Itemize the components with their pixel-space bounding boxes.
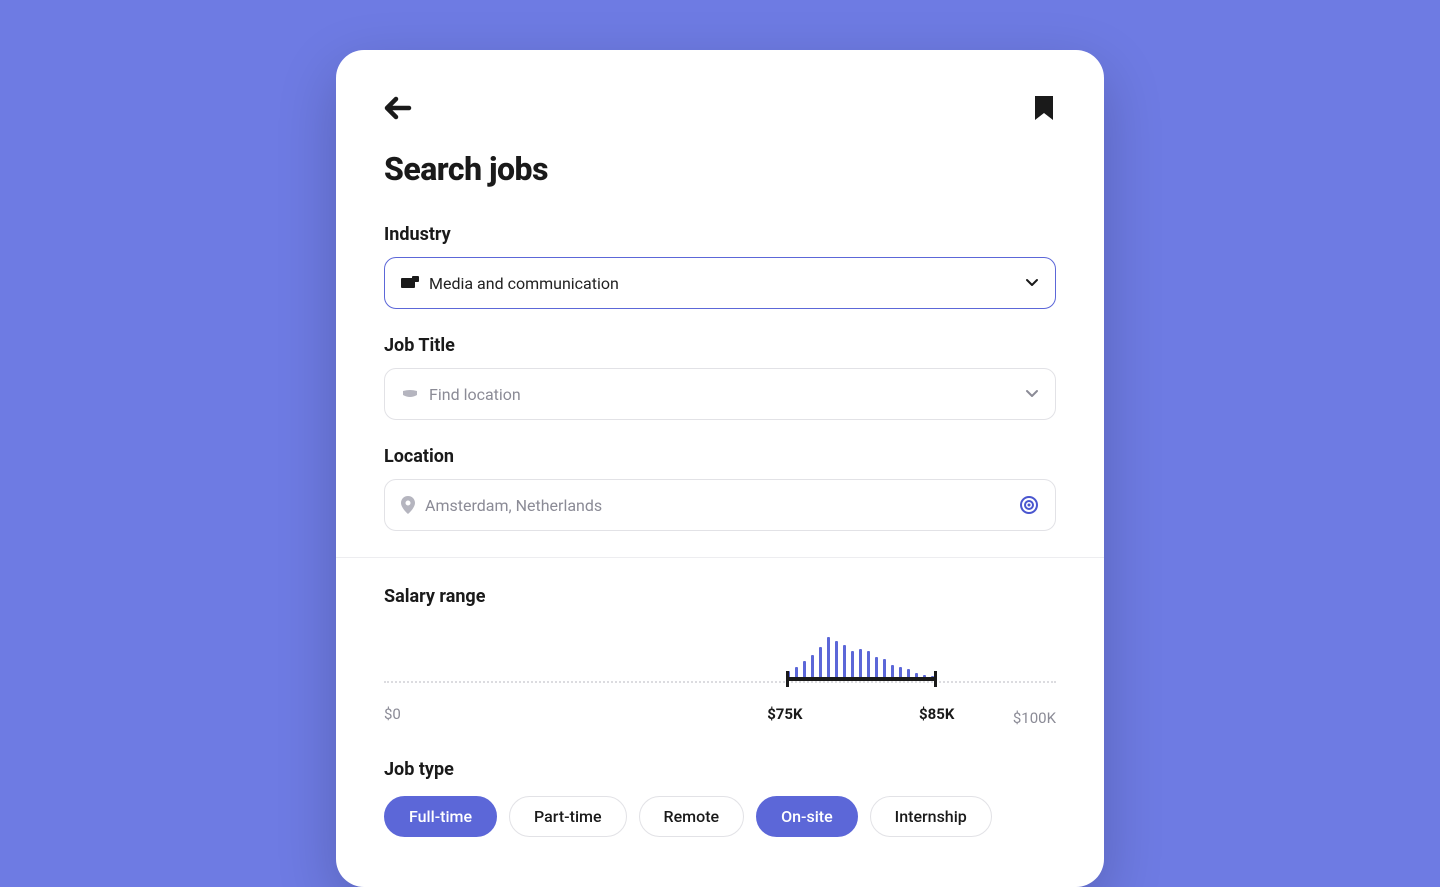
industry-select[interactable]: Media and communication [384,257,1056,309]
job-title-label: Job Title [384,335,1056,356]
header-row [384,94,1056,122]
chevron-down-icon [1025,389,1039,399]
salary-low: $75K [767,705,802,723]
salary-high: $85K [919,705,954,723]
salary-slider[interactable] [384,627,1056,697]
location-label: Location [384,446,1056,467]
search-card: Search jobs Industry Media and communica… [336,50,1104,887]
salary-label: Salary range [384,586,1056,607]
location-field: Location Amsterdam, Netherlands [384,446,1056,531]
job-type-chip[interactable]: Remote [639,796,745,837]
bookmark-icon [1032,94,1056,122]
job-type-chip[interactable]: Internship [870,796,992,837]
salary-min: $0 [384,705,401,723]
target-icon[interactable] [1019,495,1039,515]
industry-value: Media and communication [429,274,619,293]
location-value: Amsterdam, Netherlands [425,496,602,515]
job-type-label: Job type [384,759,1056,780]
bookmark-button[interactable] [1032,94,1056,122]
salary-max: $100K [1013,709,1056,727]
media-icon [401,276,419,290]
job-title-field: Job Title Find location [384,335,1056,420]
salary-baseline [384,681,1056,683]
arrow-left-icon [384,96,412,120]
pin-icon [401,496,415,514]
job-type-chip[interactable]: On-site [756,796,858,837]
briefcase-icon [401,387,419,401]
chevron-down-icon [1025,278,1039,288]
salary-handle-high[interactable] [934,671,937,687]
divider [336,557,1104,558]
page-title: Search jobs [384,150,1056,188]
job-type-chips: Full-time Part-time Remote On-site Internshi… [384,796,1056,837]
salary-labels: $0 $75K $85K $100K [384,705,1056,729]
salary-histogram [787,637,934,681]
salary-handle-low[interactable] [786,671,789,687]
industry-label: Industry [384,224,1056,245]
salary-range-bar [787,677,935,681]
job-type-chip[interactable]: Part-time [509,796,626,837]
back-button[interactable] [384,96,412,120]
job-title-placeholder: Find location [429,385,521,404]
location-input[interactable]: Amsterdam, Netherlands [384,479,1056,531]
job-title-select[interactable]: Find location [384,368,1056,420]
industry-field: Industry Media and communication [384,224,1056,309]
job-type-chip[interactable]: Full-time [384,796,497,837]
